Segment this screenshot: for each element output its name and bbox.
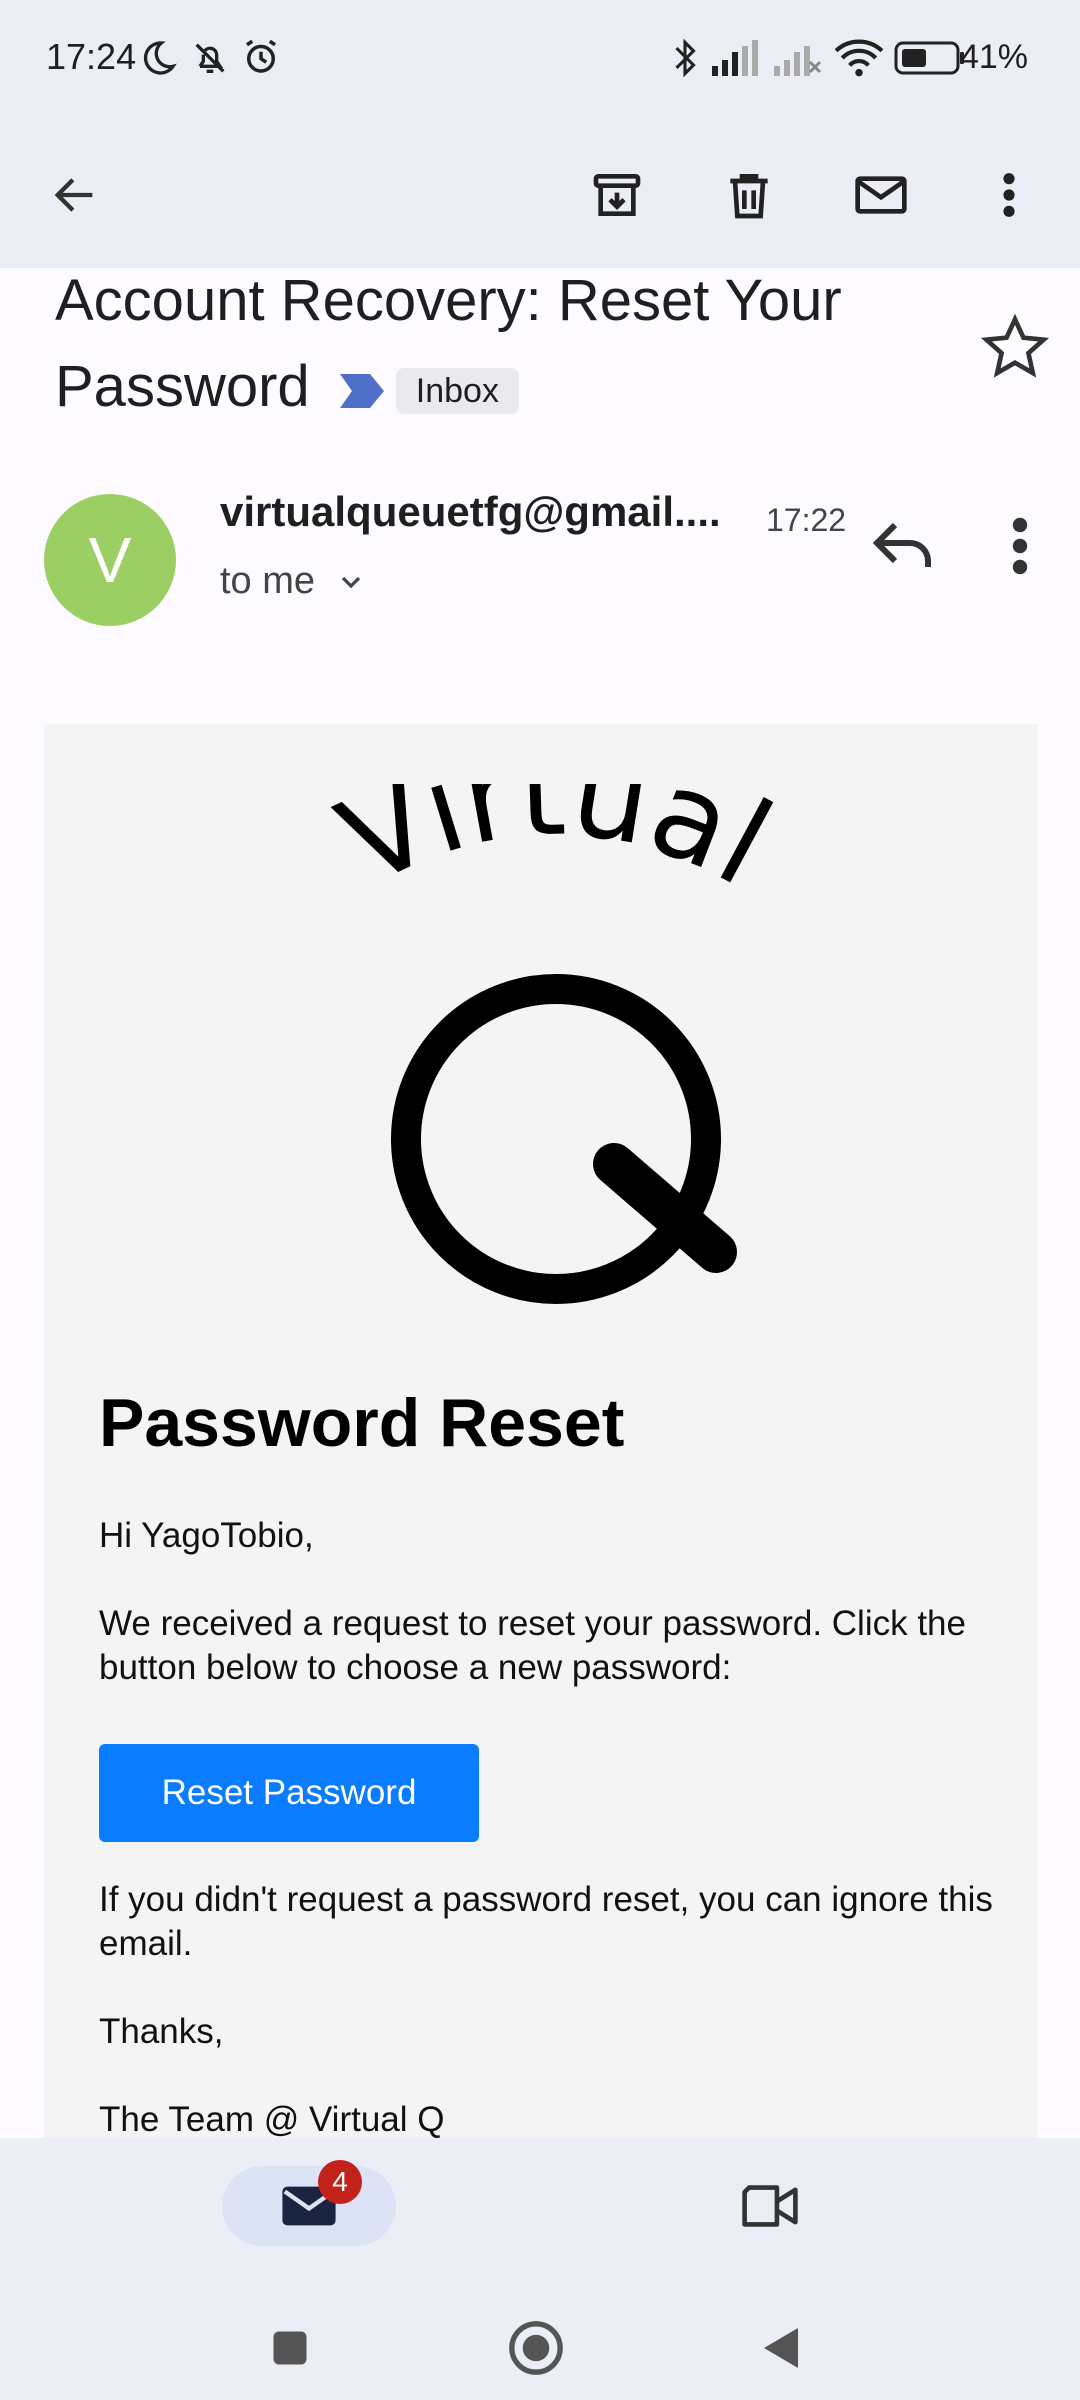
sender-more-icon[interactable]: [996, 510, 1044, 582]
home-icon: [509, 2321, 563, 2375]
home-button[interactable]: [496, 2308, 576, 2388]
status-time: 17:24: [46, 36, 137, 77]
delete-icon: [730, 174, 768, 219]
mark-unread-button[interactable]: [836, 150, 926, 240]
email-heading: Password Reset: [99, 1385, 625, 1461]
moon-icon: [143, 41, 177, 75]
instruction-text: We received a request to reset your pass…: [99, 1604, 966, 1687]
bluetooth-icon: [675, 38, 696, 78]
thanks-text: Thanks,: [99, 2012, 224, 2051]
meet-tab[interactable]: [730, 2166, 810, 2246]
video-icon: [742, 2185, 798, 2227]
back-nav-button[interactable]: [742, 2308, 822, 2388]
unread-badge: 4: [318, 2160, 362, 2204]
recents-icon: [273, 2331, 307, 2365]
archive-icon: [593, 174, 641, 216]
ignore-text: If you didn't request a password reset, …: [99, 1880, 993, 1963]
more-vert-icon: [1003, 173, 1015, 217]
recipient-details-toggle[interactable]: to me: [220, 560, 367, 603]
logo-word: Virtual: [320, 784, 792, 913]
inbox-label-chip[interactable]: Inbox: [395, 367, 519, 414]
recipient-text: to me: [220, 560, 316, 602]
reset-password-button[interactable]: Reset Password: [99, 1744, 479, 1842]
bell-off-icon: [195, 43, 225, 73]
mail-tab[interactable]: 4: [222, 2160, 396, 2246]
important-marker-icon: [339, 373, 384, 408]
battery-percent: 41%: [959, 38, 1028, 76]
email-body: Virtual Password Reset Hi YagoTobio, We …: [44, 724, 1038, 2138]
status-bar: 17:24 41%: [0, 0, 1080, 120]
email-subject: Account Recovery: Reset Your Password In…: [55, 258, 935, 430]
chevron-down-icon: [341, 576, 361, 588]
battery-icon: [894, 41, 964, 75]
sent-time: 17:22: [766, 502, 847, 538]
recents-button[interactable]: [250, 2308, 330, 2388]
star-icon[interactable]: [980, 312, 1050, 382]
triangle-back-icon: [764, 2328, 798, 2368]
virtual-q-logo: Virtual: [320, 784, 792, 1304]
label-row: Inbox: [338, 367, 519, 414]
back-arrow-icon: [54, 178, 93, 212]
reply-icon[interactable]: [868, 510, 940, 582]
more-options-button[interactable]: [964, 150, 1054, 240]
signal-icon: [712, 40, 758, 76]
wifi-icon: [834, 39, 884, 77]
alarm-icon: [246, 39, 276, 73]
greeting-text: Hi YagoTobio,: [99, 1516, 314, 1555]
bottom-navigation: 4: [0, 2138, 1080, 2400]
back-button[interactable]: [30, 150, 120, 240]
signal-off-icon: [774, 46, 822, 76]
archive-button[interactable]: [572, 150, 662, 240]
svg-text:Virtual: Virtual: [320, 784, 792, 913]
delete-button[interactable]: [704, 150, 794, 240]
email-toolbar: [0, 120, 1080, 268]
sender-address[interactable]: virtualqueuetfg@gmail....: [220, 488, 721, 536]
mark-unread-icon: [855, 176, 907, 214]
signature-text: The Team @ Virtual Q: [99, 2100, 445, 2138]
sender-avatar[interactable]: V: [44, 494, 176, 626]
